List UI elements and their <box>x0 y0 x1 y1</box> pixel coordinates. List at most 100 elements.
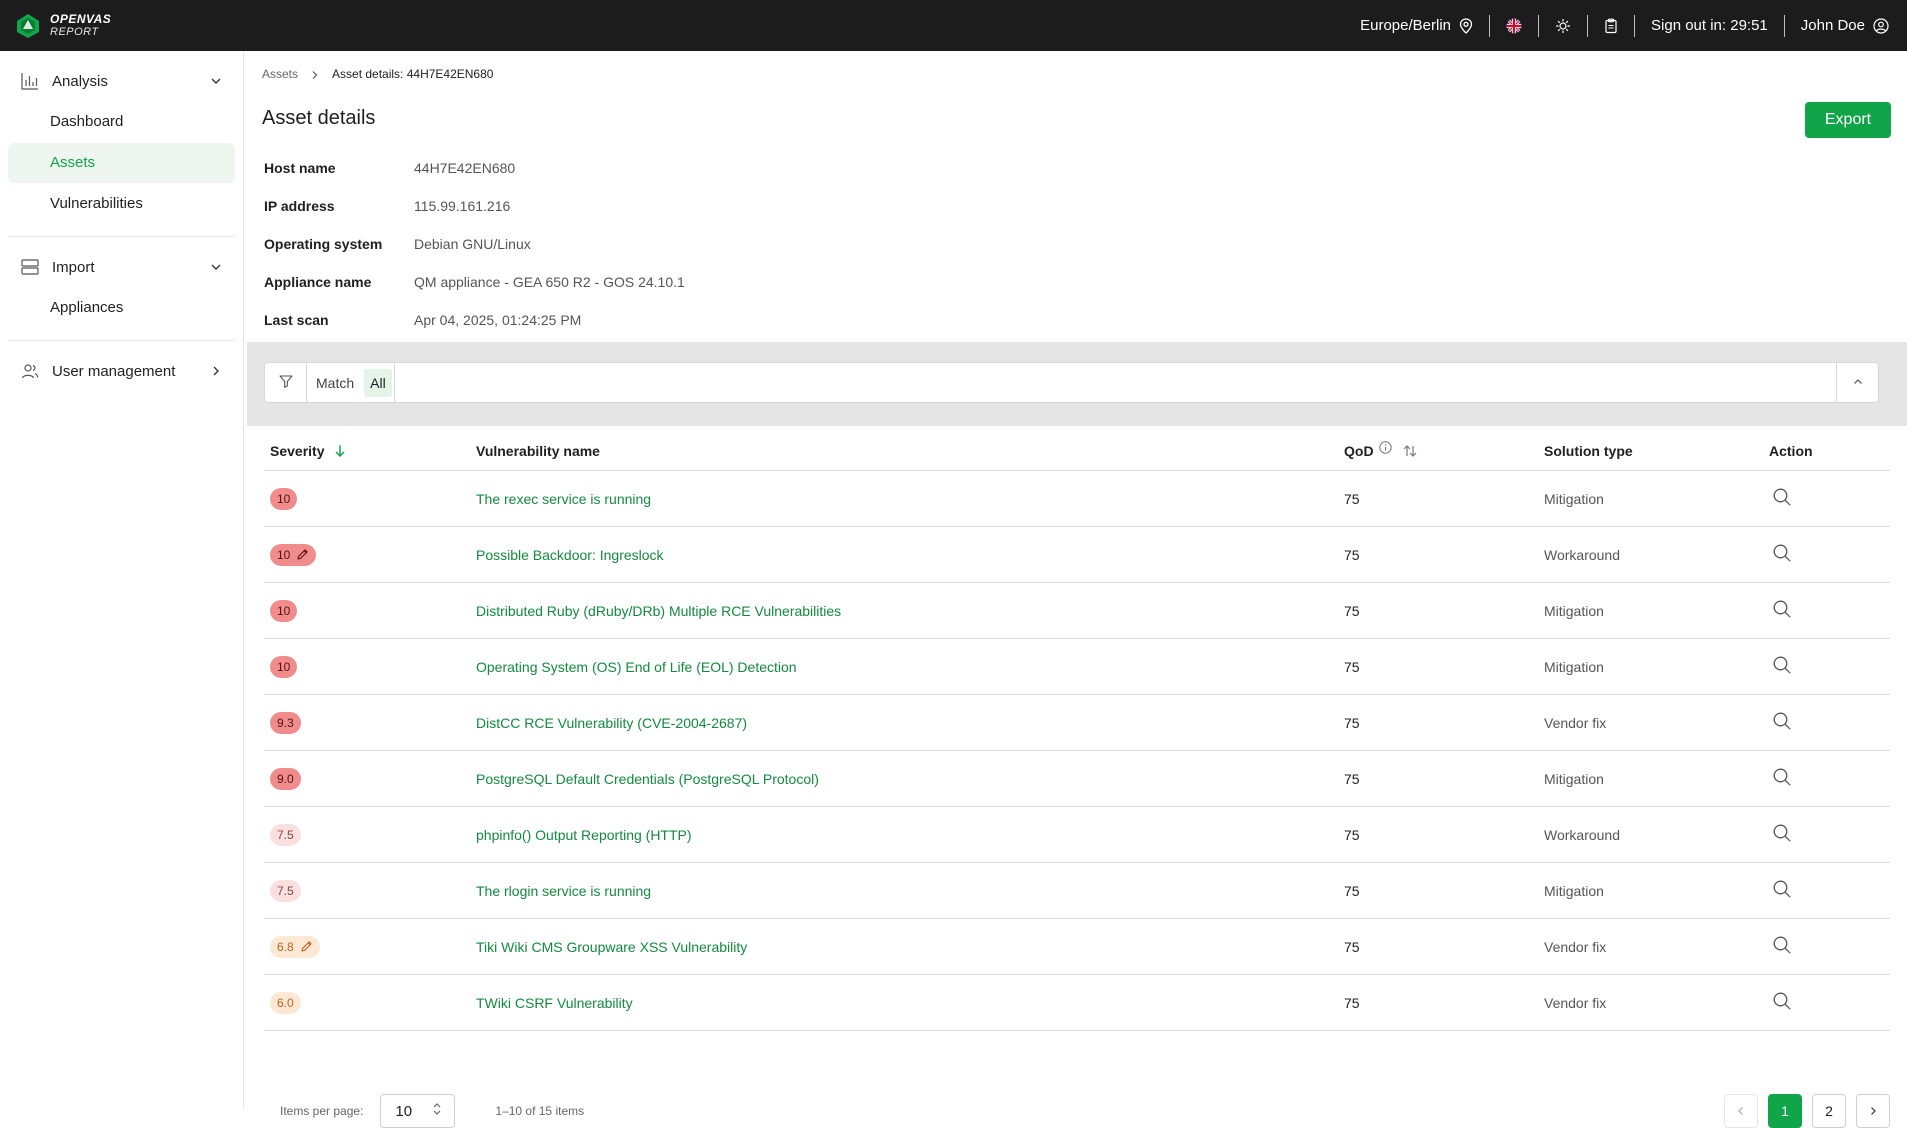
breadcrumb-link-assets[interactable]: Assets <box>262 67 298 81</box>
search-icon[interactable] <box>1772 823 1792 843</box>
signout-timer[interactable]: Sign out in: 29:51 <box>1635 14 1784 38</box>
server-icon <box>20 257 40 277</box>
location-pin-icon <box>1459 17 1473 34</box>
table-row: 6.8 Tiki Wiki CMS Groupware XSS Vulnerabi… <box>264 919 1890 975</box>
timezone-selector[interactable]: Europe/Berlin <box>1344 14 1489 38</box>
collapse-filter-button[interactable] <box>1836 363 1878 402</box>
next-page-button[interactable] <box>1856 1094 1890 1128</box>
table-body: 10 The rexec service is running 75 Mitigati… <box>264 471 1890 1031</box>
sidebar-item-vulnerabilities[interactable]: Vulnerabilities <box>8 184 235 224</box>
sidebar-item-dashboard[interactable]: Dashboard <box>8 102 235 142</box>
severity-cell: 10 <box>264 599 476 622</box>
sidebar-divider <box>8 340 235 341</box>
severity-badge: 10 <box>270 487 298 510</box>
solution-type: Vendor fix <box>1544 714 1607 731</box>
filter-button[interactable] <box>265 363 307 402</box>
search-icon[interactable] <box>1772 991 1792 1011</box>
nav-group-user-management[interactable]: User management <box>0 351 243 391</box>
items-per-page-value: 10 <box>395 1102 413 1120</box>
search-icon[interactable] <box>1772 935 1792 955</box>
search-icon[interactable] <box>1772 711 1792 731</box>
filter-bar: Match All <box>264 362 1879 403</box>
search-icon[interactable] <box>1772 879 1792 899</box>
severity-value: 7.5 <box>277 883 294 898</box>
search-icon[interactable] <box>1772 655 1792 675</box>
updown-icon <box>432 1102 442 1120</box>
nav-group-label: Analysis <box>52 72 108 90</box>
nav-group-import[interactable]: Import <box>0 247 243 287</box>
chevron-right-icon <box>209 364 223 378</box>
items-per-page-select[interactable]: 10 <box>380 1094 456 1128</box>
severity-cell: 10 <box>264 487 476 510</box>
search-icon[interactable] <box>1772 767 1792 787</box>
table-row: 7.5 The rlogin service is running 75 Mitiga… <box>264 863 1890 919</box>
brand-logo[interactable]: OPENVAS REPORT <box>14 0 111 51</box>
severity-badge: 10 <box>270 655 298 678</box>
table-row: 9.3 DistCC RCE Vulnerability (CVE-2004-26… <box>264 695 1890 751</box>
main-content: Assets Asset details: 44H7E42EN680 Asset… <box>245 51 1907 1128</box>
language-button[interactable] <box>1490 14 1538 38</box>
signout-label: Sign out in: 29:51 <box>1651 17 1768 34</box>
bar-chart-icon <box>20 71 40 91</box>
sidebar: Analysis Dashboard Assets Vulnerabilitie… <box>0 51 244 1109</box>
user-menu[interactable]: John Doe <box>1785 14 1889 38</box>
chevron-left-icon <box>1738 1107 1743 1115</box>
header-severity[interactable]: Severity <box>264 443 476 459</box>
vulnerability-link[interactable]: phpinfo() Output Reporting (HTTP) <box>476 827 692 843</box>
solution-type: Mitigation <box>1544 602 1604 619</box>
detail-value: QM appliance - GEA 650 R2 - GOS 24.10.1 <box>414 274 685 290</box>
sort-icon[interactable] <box>1402 443 1418 459</box>
table-row: 10 Operating System (OS) End of Life (EOL… <box>264 639 1890 695</box>
header-qod[interactable]: QoD <box>1344 441 1544 459</box>
search-icon[interactable] <box>1772 543 1792 563</box>
header-vulnerability-name[interactable]: Vulnerability name <box>476 443 1344 459</box>
nav-group-analysis[interactable]: Analysis <box>0 61 243 101</box>
severity-value: 9.3 <box>277 715 294 730</box>
solution-type: Vendor fix <box>1544 994 1607 1011</box>
detail-host-name: Host name 44H7E42EN680 <box>264 149 685 187</box>
chevron-down-icon <box>209 260 223 274</box>
sidebar-item-appliances[interactable]: Appliances <box>8 288 235 328</box>
export-button[interactable]: Export <box>1805 102 1891 138</box>
detail-operating-system: Operating system Debian GNU/Linux <box>264 225 685 263</box>
sidebar-item-assets[interactable]: Assets <box>8 143 235 183</box>
search-icon[interactable] <box>1772 487 1792 507</box>
severity-value: 10 <box>277 491 291 506</box>
info-icon[interactable] <box>1378 441 1392 454</box>
header-label: Severity <box>270 442 325 459</box>
severity-badge: 9.3 <box>270 711 301 734</box>
vulnerability-link[interactable]: Possible Backdoor: Ingreslock <box>476 547 664 563</box>
detail-value: 44H7E42EN680 <box>414 160 516 176</box>
notes-button[interactable] <box>1588 14 1634 38</box>
qod-value: 75 <box>1344 546 1360 563</box>
vulnerability-link[interactable]: TWiki CSRF Vulnerability <box>476 995 633 1011</box>
previous-page-button[interactable] <box>1724 1094 1758 1128</box>
page-title: Asset details <box>262 107 376 129</box>
vulnerability-link[interactable]: PostgreSQL Default Credentials (PostgreS… <box>476 771 819 787</box>
vulnerability-link[interactable]: The rlogin service is running <box>476 883 651 899</box>
severity-cell: 7.5 <box>264 823 476 846</box>
vulnerability-link[interactable]: Distributed Ruby (dRuby/DRb) Multiple RC… <box>476 603 841 619</box>
chevron-right-icon <box>1871 1107 1876 1115</box>
vulnerability-link[interactable]: DistCC RCE Vulnerability (CVE-2004-2687) <box>476 715 747 731</box>
sidebar-divider <box>8 236 235 237</box>
severity-cell: 6.8 <box>264 935 476 958</box>
severity-badge: 10 <box>270 599 298 622</box>
detail-last-scan: Last scan Apr 04, 2025, 01:24:25 PM <box>264 301 685 339</box>
match-all-chip[interactable]: All <box>364 368 392 397</box>
search-icon[interactable] <box>1772 599 1792 619</box>
asset-details: Host name 44H7E42EN680 IP address 115.99… <box>264 149 685 339</box>
header-solution-type[interactable]: Solution type <box>1544 443 1769 459</box>
vulnerability-link[interactable]: Tiki Wiki CMS Groupware XSS Vulnerabilit… <box>476 939 747 955</box>
qod-value: 75 <box>1344 770 1360 787</box>
users-icon <box>20 361 40 381</box>
page-button-2[interactable]: 2 <box>1812 1094 1846 1128</box>
vulnerability-link[interactable]: Operating System (OS) End of Life (EOL) … <box>476 659 797 675</box>
theme-toggle[interactable] <box>1539 14 1587 38</box>
page-button-1[interactable]: 1 <box>1768 1094 1802 1128</box>
severity-value: 6.8 <box>277 939 294 954</box>
table-row: 10 Possible Backdoor: Ingreslock 75 Workaro… <box>264 527 1890 583</box>
vulnerability-link[interactable]: The rexec service is running <box>476 491 651 507</box>
nav-group-label: User management <box>52 362 176 380</box>
top-bar: OPENVAS REPORT Europe/Berlin Sign out in… <box>0 0 1907 51</box>
